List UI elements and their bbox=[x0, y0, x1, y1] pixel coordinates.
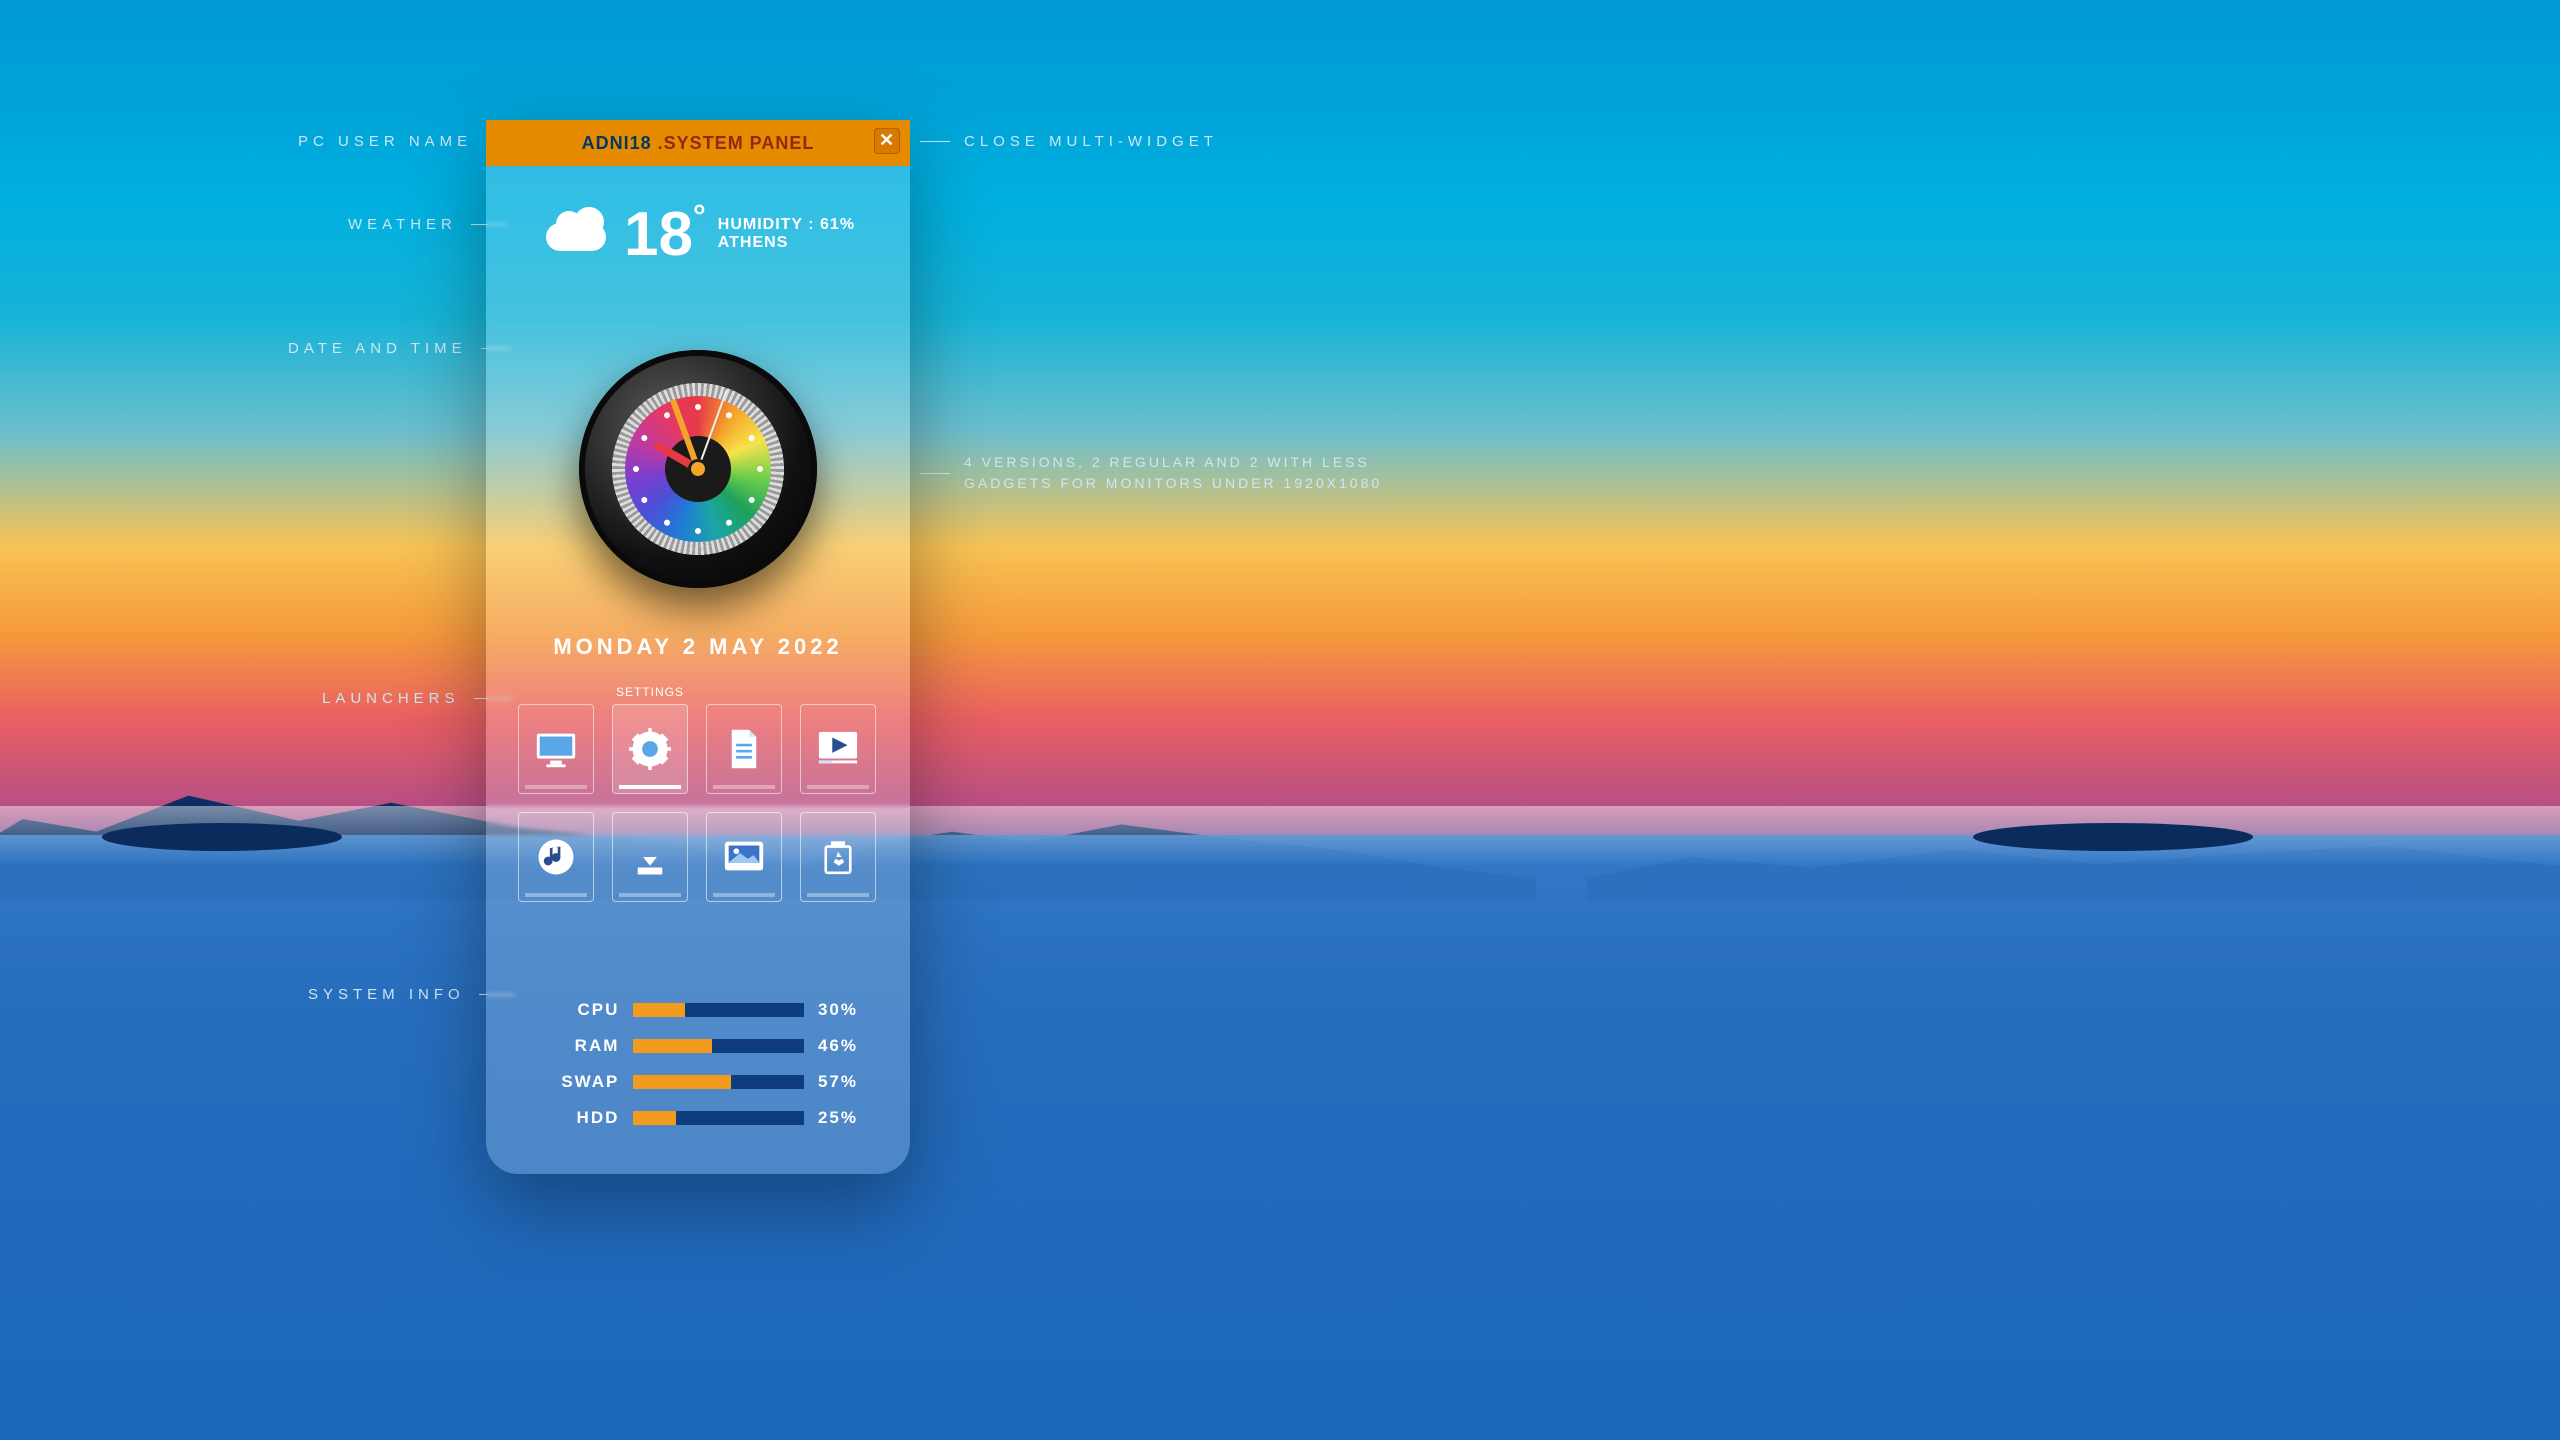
panel-label: .SYSTEM PANEL bbox=[658, 133, 815, 154]
island-right bbox=[1973, 823, 2253, 851]
launcher-downloads[interactable] bbox=[612, 812, 688, 902]
recycle-icon bbox=[815, 836, 861, 878]
sea bbox=[0, 835, 2560, 1440]
document-icon bbox=[721, 728, 767, 770]
launcher-videos[interactable] bbox=[800, 704, 876, 794]
weather-block: 18° HUMIDITY : 61% ATHENS bbox=[546, 198, 855, 270]
callout-close: CLOSE MULTI-WIDGET bbox=[920, 133, 1218, 150]
callout-weather: WEATHER bbox=[348, 216, 507, 233]
callout-versions: 4 VERSIONS, 2 REGULAR AND 2 WITH LESS GA… bbox=[920, 452, 1400, 494]
launcher-settings[interactable]: SETTINGS bbox=[612, 704, 688, 794]
humidity: HUMIDITY : 61% bbox=[718, 216, 855, 234]
gear-icon bbox=[627, 728, 673, 770]
launcher-music[interactable] bbox=[518, 812, 594, 902]
callout-datetime: DATE AND TIME bbox=[288, 340, 511, 357]
launcher-recycle[interactable] bbox=[800, 812, 876, 902]
close-button[interactable]: ✕ bbox=[874, 128, 900, 154]
launcher-pictures[interactable] bbox=[706, 812, 782, 902]
callout-sysinfo: SYSTEM INFO bbox=[308, 986, 515, 1003]
play-icon bbox=[815, 728, 861, 770]
monitor-icon bbox=[533, 728, 579, 770]
launcher-documents[interactable] bbox=[706, 704, 782, 794]
music-icon bbox=[533, 836, 579, 878]
pictures-icon bbox=[721, 836, 767, 878]
system-info: CPU 30% RAM 46% SWAP 57% HDD 25% bbox=[546, 1000, 858, 1144]
sys-row-ram: RAM 46% bbox=[546, 1036, 858, 1056]
download-icon bbox=[627, 836, 673, 878]
launcher-grid: SETTINGS bbox=[518, 704, 878, 902]
launcher-computer[interactable] bbox=[518, 704, 594, 794]
titlebar[interactable]: ADNI18 .SYSTEM PANEL ✕ bbox=[486, 120, 910, 166]
weather-city: ATHENS bbox=[718, 234, 855, 252]
sys-row-hdd: HDD 25% bbox=[546, 1108, 858, 1128]
sys-row-swap: SWAP 57% bbox=[546, 1072, 858, 1092]
sys-row-cpu: CPU 30% bbox=[546, 1000, 858, 1020]
analog-clock: /*ticks injected below by generic script… bbox=[579, 350, 817, 588]
temperature: 18° bbox=[624, 198, 706, 270]
weather-icon bbox=[546, 209, 614, 259]
system-panel-widget: ADNI18 .SYSTEM PANEL ✕ 18° HUMIDITY : 61… bbox=[486, 120, 910, 1174]
date-text: MONDAY 2 MAY 2022 bbox=[486, 634, 910, 660]
launcher-tooltip: SETTINGS bbox=[613, 685, 687, 699]
callout-launchers: LAUNCHERS bbox=[322, 690, 512, 707]
user-name: ADNI18 bbox=[582, 133, 652, 154]
